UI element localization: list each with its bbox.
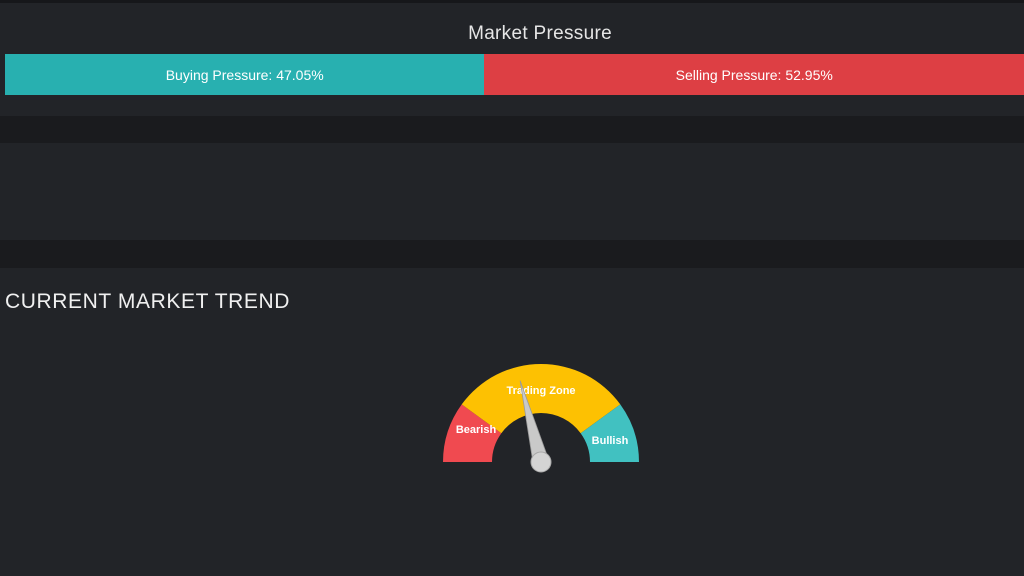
market-pressure-title: Market Pressure bbox=[468, 23, 612, 44]
gauge-band-label: Trading Zone bbox=[506, 385, 575, 397]
market-dashboard: Market Pressure Buying Pressure: 47.05% … bbox=[0, 0, 1024, 576]
market-trend-panel: CURRENT MARKET TREND Bearish Trading Zone… bbox=[0, 268, 1024, 576]
section-divider bbox=[0, 116, 1024, 143]
selling-pressure-label: Selling Pressure: 52.95% bbox=[675, 66, 833, 83]
selling-pressure-segment: Selling Pressure: 52.95% bbox=[484, 54, 1024, 95]
gauge-band-label: Bullish bbox=[592, 435, 629, 447]
market-pressure-panel: Market Pressure Buying Pressure: 47.05% … bbox=[0, 3, 1024, 116]
buying-pressure-label: Buying Pressure: 47.05% bbox=[165, 66, 324, 83]
gauge-band-label: Bearish bbox=[456, 424, 497, 436]
buying-pressure-segment: Buying Pressure: 47.05% bbox=[5, 54, 485, 95]
market-pressure-bar: Buying Pressure: 47.05% Selling Pressure… bbox=[5, 54, 1024, 95]
empty-panel bbox=[0, 143, 1024, 240]
gauge-needle-hub bbox=[530, 451, 552, 473]
section-divider bbox=[0, 240, 1024, 268]
market-trend-gauge: Bearish Trading Zone Bullish bbox=[443, 363, 639, 473]
